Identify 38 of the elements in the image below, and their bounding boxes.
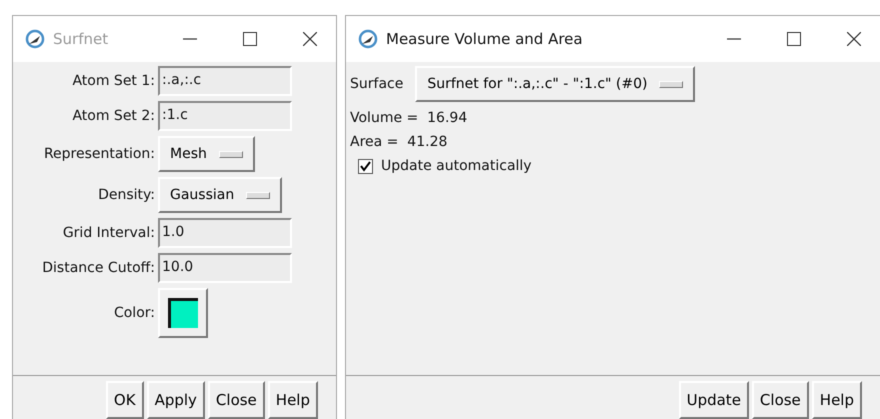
surface-menu[interactable]: Surfnet for ":.a,:.c" - ":1.c" (#0) [415,66,696,102]
dialog-button[interactable]: Help [268,381,318,419]
close-icon[interactable] [303,32,317,46]
dialog-button[interactable]: Close [208,381,265,419]
dialog-button[interactable]: Update [678,381,749,419]
text-field[interactable]: :1.c [158,101,292,131]
menu-indicator-icon [246,192,270,198]
close-icon[interactable] [847,32,861,46]
field-label: Atom Set 1: [71,73,155,89]
dialog-button[interactable]: Close [752,381,809,419]
window-title: Surfnet [53,30,108,48]
field-label: Grid Interval: [62,225,155,241]
maximize-icon[interactable] [243,32,257,46]
text-field[interactable]: 1.0 [158,218,292,248]
update-checkbox[interactable] [358,158,373,174]
dialog-button[interactable]: Apply [146,381,205,419]
menu-indicator-icon [659,80,684,88]
dialog-button[interactable]: OK [106,381,144,419]
option-menu[interactable]: Mesh [158,136,255,172]
surface-label: Surface [350,76,404,92]
app-icon [358,29,378,49]
checkbox-label: Update automatically [381,158,532,174]
text-field[interactable]: 10.0 [158,253,292,283]
menu-indicator-icon [218,150,243,158]
field-label: Atom Set 2: [71,108,155,124]
field-label: Representation: [42,146,155,162]
field-label: Color: [112,305,155,321]
option-menu[interactable]: Gaussian [158,177,282,213]
text-field[interactable]: :.a,:.c [158,66,292,96]
dialog-button[interactable]: Help [812,381,862,419]
field-label: Distance Cutoff: [41,260,155,276]
color-button[interactable] [158,288,208,338]
window-title: Measure Volume and Area [386,30,583,48]
measurement-text: Area = 41.28 [350,134,448,150]
maximize-icon[interactable] [787,32,801,46]
measurement-text: Volume = 16.94 [350,110,468,126]
field-label: Density: [97,187,155,203]
app-icon [25,29,45,49]
